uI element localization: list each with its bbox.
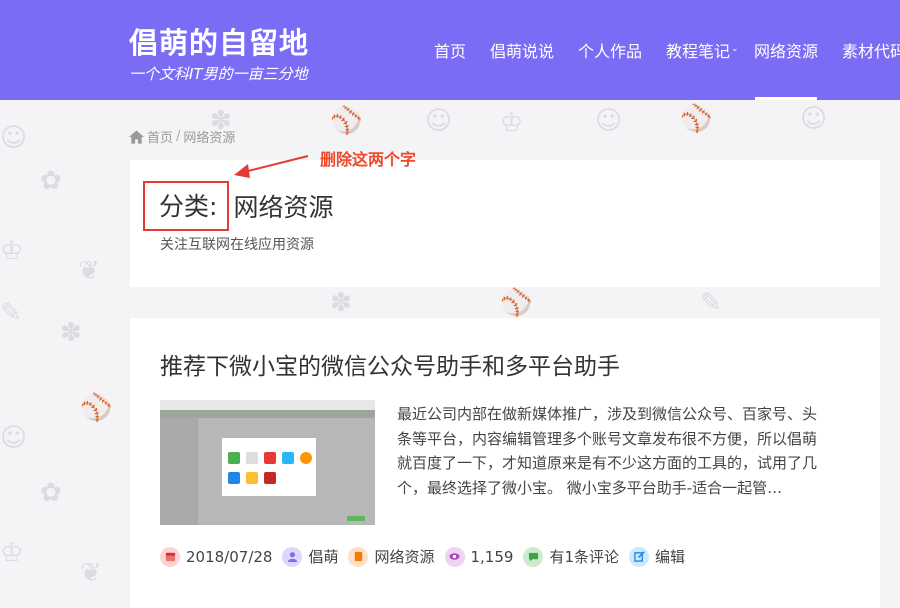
article-excerpt: 最近公司内部在做新媒体推广，涉及到微信公众号、百家号、头 条等平台，内容编辑管理… [397,402,852,500]
background-doodle-icon: ⚾ [500,288,533,318]
nav-item-resources[interactable]: 网络资源 [754,38,818,62]
category-name: 网络资源 [233,193,334,222]
background-doodle-icon: ♔ [0,538,24,568]
background-doodle-icon: ♔ [500,108,524,138]
meta-category: 网络资源 [348,546,435,567]
article-card: 推荐下微小宝的微信公众号助手和多平台助手 最近公司内部在做新媒体推广，涉及到微信… [130,318,880,608]
meta-edit: 编辑 [629,546,685,567]
app-icon [282,452,294,464]
nav-item-label: 网络资源 [754,42,819,61]
meta-views: 1,159 [444,546,514,567]
nav-item-talk[interactable]: 倡萌说说 [490,38,554,62]
meta-edit-link[interactable]: 编辑 [655,546,685,567]
breadcrumb: 首页 / 网络资源 [129,127,235,146]
nav-item-tutorials[interactable]: 教程笔记⌄ [666,38,739,62]
background-doodle-icon: ♔ [0,236,24,266]
meta-date-text: 2018/07/28 [186,547,273,566]
thumbnail-button [347,516,365,521]
app-icon [246,472,258,484]
thumbnail-dialog [222,438,316,496]
nav-item-label: 教程笔记 [666,42,731,61]
app-icon [264,472,276,484]
meta-category-link[interactable]: 网络资源 [374,546,434,567]
main-nav: 首页 倡萌说说 个人作品 教程笔记⌄ 网络资源 素材代码 [0,0,900,100]
category-prefix: 分类: [159,192,218,221]
background-doodle-icon: ✎ [700,288,722,318]
meta-comments: 有1条评论 [523,546,619,567]
background-doodle-icon: ☺ [800,104,828,134]
excerpt-line: 条等平台，内容编辑管理多个账号文章发布很不方便，所以倡萌 [397,429,818,448]
background-doodle-icon: ✎ [0,298,22,328]
app-icon [246,452,258,464]
category-heading: 分类: 网络资源 [143,181,334,231]
background-doodle-icon: ⚾ [80,393,113,423]
site-header: 倡萌的自留地 一个文科IT男的一亩三分地 首页 倡萌说说 个人作品 教程笔记⌄ … [0,0,900,100]
thumbnail-window-bar [160,400,375,410]
background-doodle-icon: ☺ [595,106,623,136]
excerpt-line: 最近公司内部在做新媒体推广，涉及到微信公众号、百家号、头 [397,405,818,423]
nav-item-label: 首页 [434,42,467,61]
app-icon [300,452,312,464]
background-doodle-icon: ⚾ [680,104,713,134]
annotation-arrow-icon [234,155,309,178]
folder-icon [348,546,369,567]
background-doodle-icon: ☺ [425,106,453,136]
background-doodle-icon: ❦ [78,256,100,286]
background-doodle-icon: ✿ [40,166,62,196]
edit-icon [629,546,649,567]
category-prefix-highlight: 分类: [143,181,230,231]
article-thumbnail[interactable] [160,400,375,525]
meta-comments-link[interactable]: 有1条评论 [549,546,619,567]
breadcrumb-separator: / [176,129,181,144]
user-icon [282,546,303,567]
app-icon [264,452,276,464]
wechat-app-icon [228,452,240,464]
meta-author: 倡萌 [282,546,338,567]
breadcrumb-home-link[interactable]: 首页 [147,127,173,146]
nav-item-home[interactable]: 首页 [434,38,466,62]
nav-item-label: 倡萌说说 [490,42,555,61]
background-doodle-icon: ⚾ [330,106,363,136]
home-icon [129,129,144,144]
background-doodle-icon: ✽ [60,318,82,348]
comment-icon [523,546,544,567]
background-doodle-icon: ✽ [330,288,352,318]
annotation-text: 删除这两个字 [320,150,417,169]
category-description: 关注互联网在线应用资源 [160,237,314,253]
nav-active-indicator [755,97,817,100]
meta-date: 2018/07/28 [160,546,273,567]
article-title[interactable]: 推荐下微小宝的微信公众号助手和多平台助手 [160,347,620,381]
thumbnail-sidebar [160,418,198,525]
eye-icon [444,546,465,567]
excerpt-line: 就百度了一下，才知道原来是有不少这方面的工具的，试用了几 [397,454,818,472]
nav-item-materials[interactable]: 素材代码 [842,38,900,62]
background-doodle-icon: ❦ [80,558,102,588]
meta-author-link[interactable]: 倡萌 [308,546,338,567]
thumbnail-toolbar [160,410,375,418]
background-doodle-icon: ☺ [0,123,28,153]
chevron-down-icon: ⌄ [731,44,739,54]
background-doodle-icon: ✿ [40,478,62,508]
excerpt-line: 个，最终选择了微小宝。 微小宝多平台助手-适合一起管… [397,478,783,497]
app-icon [228,472,240,484]
breadcrumb-current: 网络资源 [183,131,236,146]
article-meta: 2018/07/28 倡萌 网络资源 1,159 有1条评论 编辑 [160,546,695,567]
meta-views-count: 1,159 [470,547,514,566]
nav-item-label: 素材代码 [842,42,900,61]
nav-item-works[interactable]: 个人作品 [578,38,642,62]
nav-item-label: 个人作品 [578,42,643,61]
background-doodle-icon: ☺ [0,423,28,453]
calendar-icon [160,546,180,567]
